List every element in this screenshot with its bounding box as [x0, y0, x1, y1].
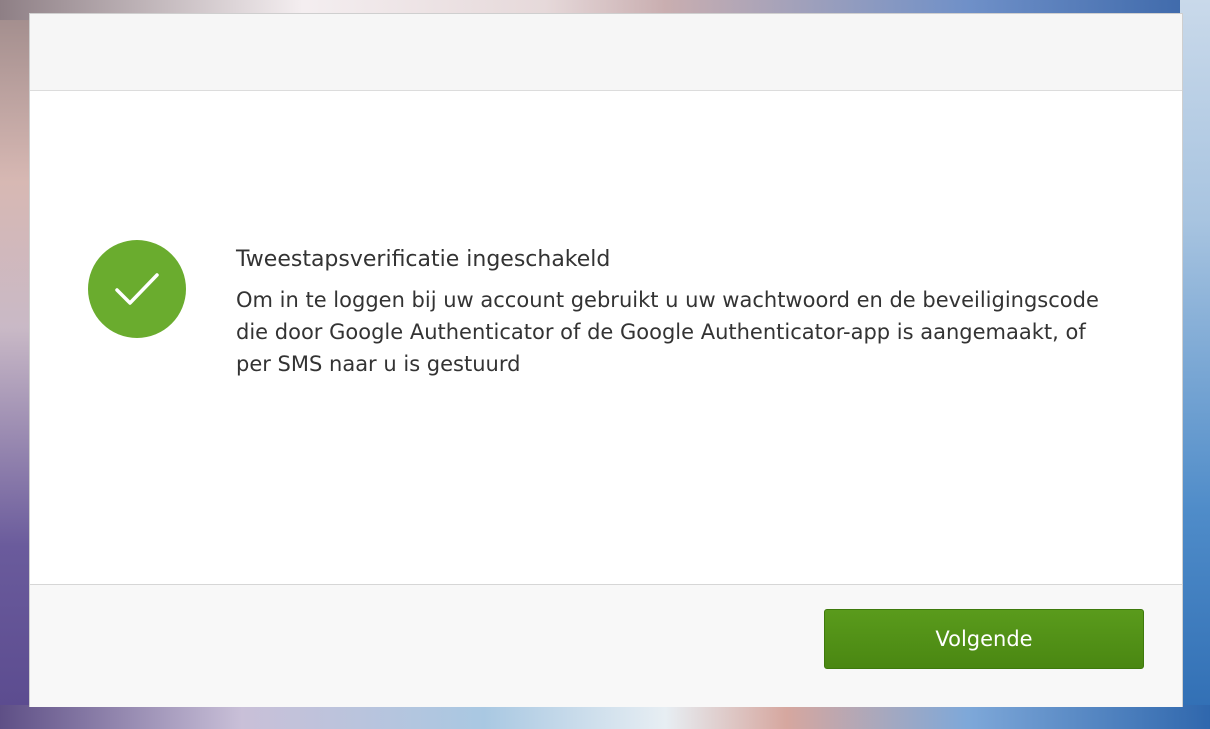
- checkmark-icon: [115, 273, 159, 305]
- two-step-verification-dialog: Tweestapsverificatie ingeschakeld Om in …: [30, 14, 1182, 707]
- desktop-background-right: [1180, 0, 1210, 729]
- check-circle-icon: [88, 240, 186, 338]
- dialog-description: Om in te loggen bij uw account gebruikt …: [236, 288, 1099, 376]
- next-button[interactable]: Volgende: [824, 609, 1144, 669]
- message-block: Tweestapsverificatie ingeschakeld Om in …: [236, 244, 1116, 380]
- dialog-title: Tweestapsverificatie ingeschakeld: [236, 247, 611, 272]
- dialog-header: [30, 14, 1182, 91]
- desktop-background-bottom: [0, 705, 1210, 729]
